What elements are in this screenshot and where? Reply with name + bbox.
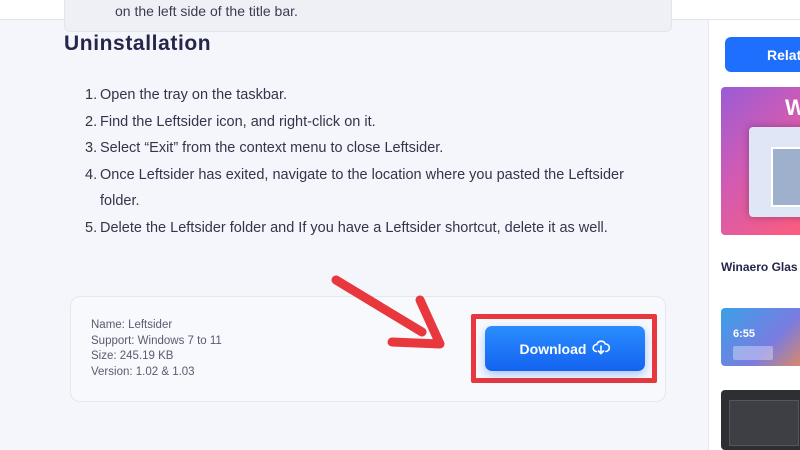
- step-text: Once Leftsider has exited, navigate to t…: [100, 166, 624, 210]
- related-thumbnail-1[interactable]: W: [721, 87, 800, 235]
- previous-section-box: on the left side of the title bar.: [64, 0, 672, 32]
- step-text: Delete the Leftsider folder and If you h…: [100, 219, 608, 236]
- download-label: Download: [519, 340, 587, 357]
- related-button[interactable]: Relat: [725, 37, 800, 72]
- step-number: 3.: [85, 140, 98, 156]
- sidebar: [708, 20, 800, 450]
- step-number: 5.: [85, 219, 98, 236]
- info-size: Size: 245.19 KB: [91, 350, 174, 362]
- step-text: Select “Exit” from the context menu to c…: [100, 140, 444, 156]
- thumbnail-window-inner: [771, 147, 800, 207]
- list-item: 4. Once Leftsider has exited, navigate t…: [85, 162, 645, 215]
- download-button[interactable]: Download: [485, 326, 645, 371]
- list-item: 1. Open the tray on the taskbar.: [85, 82, 645, 109]
- step-text: Open the tray on the taskbar.: [100, 87, 288, 103]
- step-number: 1.: [85, 87, 98, 103]
- related-thumbnail-2[interactable]: 6:55: [721, 308, 800, 366]
- uninstall-steps-list: 1. Open the tray on the taskbar. 2. Find…: [85, 82, 645, 241]
- download-info: Name: Leftsider Support: Windows 7 to 11…: [91, 318, 222, 380]
- step-number: 2.: [85, 113, 98, 130]
- thumbnail-letter: W: [785, 95, 800, 120]
- previous-section-text: on the left side of the title bar.: [115, 3, 298, 19]
- step-text: Find the Leftsider icon, and right-click…: [100, 113, 376, 130]
- step-number: 4.: [85, 166, 98, 183]
- list-item: 5. Delete the Leftsider folder and If yo…: [85, 215, 645, 242]
- list-item: 2. Find the Leftsider icon, and right-cl…: [85, 109, 645, 136]
- thumbnail-clock: 6:55: [733, 328, 756, 340]
- cloud-download-icon: [592, 339, 611, 358]
- info-name: Name: Leftsider: [91, 319, 173, 331]
- thumbnail-pane: [729, 400, 799, 446]
- related-label: Relat: [767, 47, 800, 63]
- thumbnail-tile: [733, 346, 773, 360]
- list-item: 3. Select “Exit” from the context menu t…: [85, 135, 645, 162]
- info-version: Version: 1.02 & 1.03: [91, 365, 195, 378]
- related-thumbnail-3[interactable]: [721, 390, 800, 450]
- related-article-title[interactable]: Winaero Glas: [721, 260, 798, 274]
- info-support: Support: Windows 7 to 11: [91, 334, 222, 347]
- uninstallation-heading: Uninstallation: [64, 32, 212, 55]
